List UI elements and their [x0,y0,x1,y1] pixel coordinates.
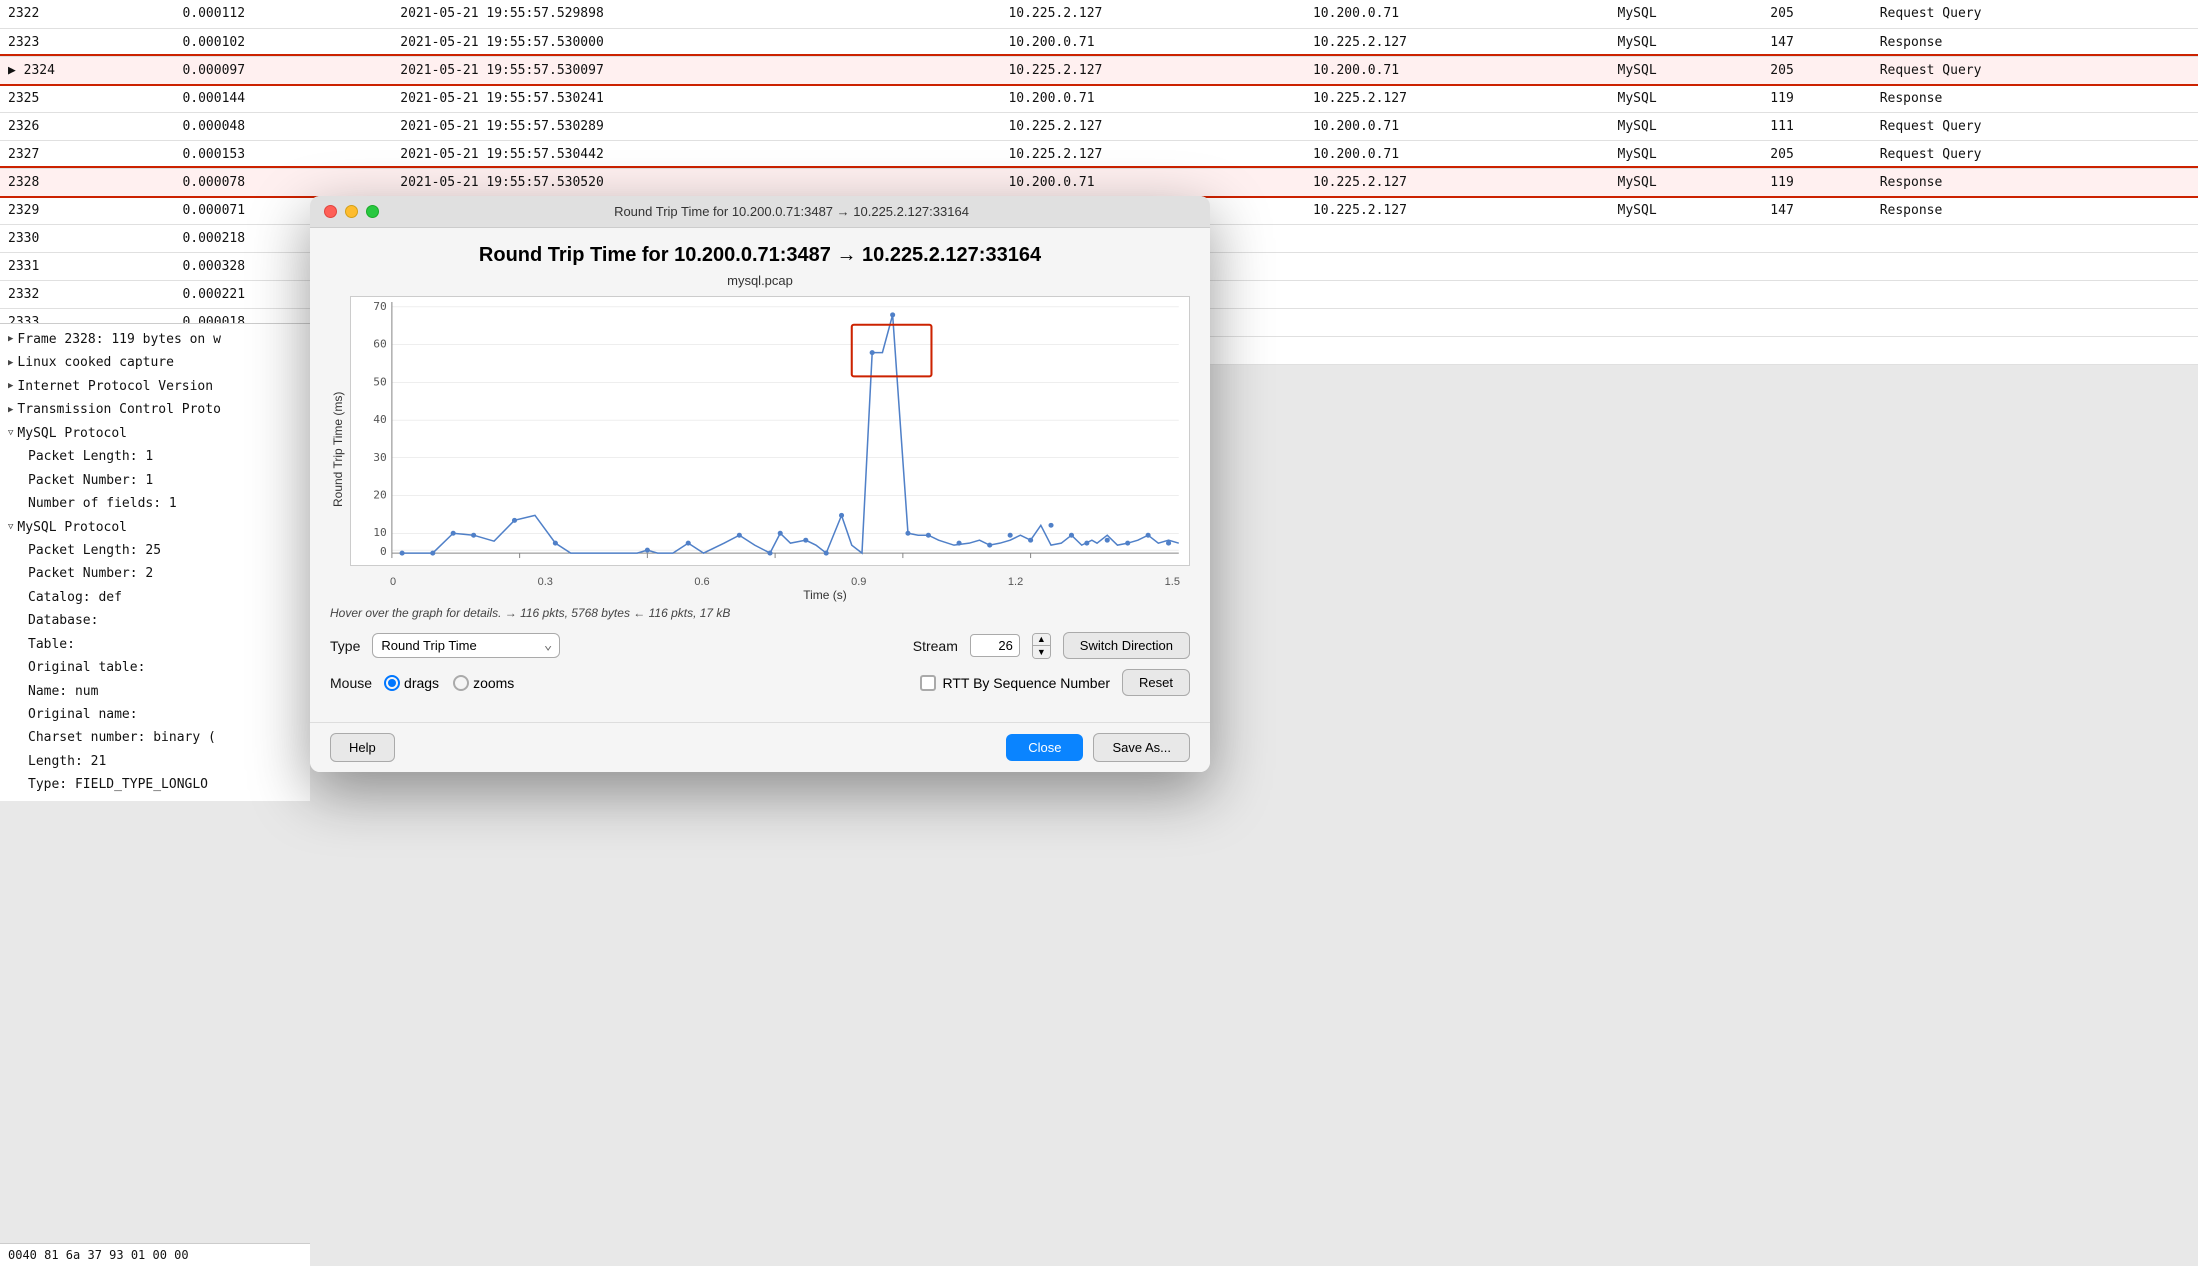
chart-subtitle: mysql.pcap [330,273,1190,288]
detail-item: Database: [0,609,310,632]
type-select[interactable]: Round Trip Time Throughput Time/Sequence… [372,633,560,658]
stream-down[interactable]: ▼ [1033,646,1050,658]
detail-item: Name: num [0,680,310,703]
mouse-radio-group: drags zooms [384,675,514,691]
detail-item: Length: 21 [0,750,310,773]
type-select-wrapper[interactable]: Round Trip Time Throughput Time/Sequence… [372,633,560,658]
radio-zooms-circle[interactable] [453,675,469,691]
detail-item: Packet Number: 1 [0,469,310,492]
table-row[interactable]: 23280.0000782021-05-21 19:55:57.53052010… [0,168,2198,196]
detail-item: Type: FIELD_TYPE_LONGLO [0,773,310,796]
table-row[interactable]: 23250.0001442021-05-21 19:55:57.53024110… [0,84,2198,112]
x-tick-06: 0.6 [694,576,709,588]
detail-item: Packet Length: 1 [0,445,310,468]
detail-item: Packet Number: 2 [0,562,310,585]
modal-title: Round Trip Time for 10.200.0.71:3487 → 1… [387,204,1196,219]
svg-text:20: 20 [373,489,387,502]
rtt-sequence-checkbox[interactable]: RTT By Sequence Number [920,675,1110,691]
detail-item: Packet Length: 25 [0,539,310,562]
detail-item: Original table: [0,656,310,679]
rtt-chart[interactable]: 70 60 50 40 30 20 10 0 [350,296,1190,566]
radio-drags[interactable]: drags [384,675,439,691]
chart-title: Round Trip Time for 10.200.0.71:3487 → 1… [330,244,1190,267]
detail-item: Number of fields: 1 [0,492,310,515]
radio-zooms-label: zooms [473,675,514,691]
detail-item: Original name: [0,703,310,726]
svg-text:50: 50 [373,375,387,388]
svg-text:10: 10 [373,526,387,539]
x-tick-09: 0.9 [851,576,866,588]
detail-item[interactable]: ▽MySQL Protocol [0,516,310,539]
stream-stepper[interactable]: ▲ ▼ [1032,633,1051,659]
mouse-label: Mouse [330,675,372,691]
rtt-sequence-box[interactable] [920,675,936,691]
stream-label: Stream [913,638,958,654]
radio-drags-label: drags [404,675,439,691]
stream-input[interactable] [970,634,1020,657]
radio-drags-circle[interactable] [384,675,400,691]
y-axis-label: Round Trip Time (ms) [331,314,345,584]
svg-text:0: 0 [380,545,387,558]
rtt-sequence-label: RTT By Sequence Number [942,675,1110,691]
stream-up[interactable]: ▲ [1033,634,1050,647]
detail-item[interactable]: ▶Transmission Control Proto [0,398,310,421]
x-tick-12: 1.2 [1008,576,1023,588]
table-row[interactable]: 23220.0001122021-05-21 19:55:57.52989810… [0,0,2198,28]
detail-item: Catalog: def [0,586,310,609]
detail-item: Charset number: binary ( [0,726,310,749]
detail-panel: ▶Frame 2328: 119 bytes on w▶Linux cooked… [0,323,310,801]
table-row[interactable]: 23270.0001532021-05-21 19:55:57.53044210… [0,140,2198,168]
radio-zooms[interactable]: zooms [453,675,514,691]
rtt-dialog: Round Trip Time for 10.200.0.71:3487 → 1… [310,196,1210,772]
reset-button[interactable]: Reset [1122,669,1190,696]
x-axis-label: Time (s) [420,588,1190,602]
table-row[interactable]: 23260.0000482021-05-21 19:55:57.53028910… [0,112,2198,140]
table-row[interactable]: 23230.0001022021-05-21 19:55:57.53000010… [0,28,2198,56]
table-row[interactable]: ▶ 23240.0000972021-05-21 19:55:57.530097… [0,56,2198,84]
detail-item[interactable]: ▶Linux cooked capture [0,351,310,374]
svg-text:40: 40 [373,413,387,426]
x-tick-0: 0 [390,576,396,588]
hover-info: Hover over the graph for details. → 116 … [330,606,1190,620]
x-tick-15: 1.5 [1165,576,1180,588]
controls-row-2: Mouse drags zooms RTT By Sequence Number… [330,669,1190,696]
modal-footer: Help Close Save As... [310,722,1210,772]
x-tick-03: 0.3 [538,576,553,588]
svg-text:60: 60 [373,338,387,351]
controls-row-1: Type Round Trip Time Throughput Time/Seq… [330,632,1190,659]
svg-text:30: 30 [373,451,387,464]
help-button[interactable]: Help [330,733,395,762]
modal-body: Round Trip Time for 10.200.0.71:3487 → 1… [310,228,1210,722]
close-modal-button[interactable]: Close [1006,734,1083,761]
detail-item[interactable]: ▶Internet Protocol Version [0,375,310,398]
maximize-traffic-light[interactable] [366,205,379,218]
detail-item[interactable]: ▽MySQL Protocol [0,422,310,445]
type-label: Type [330,638,360,654]
modal-titlebar: Round Trip Time for 10.200.0.71:3487 → 1… [310,196,1210,228]
detail-item: Table: [0,633,310,656]
detail-item[interactable]: ▶Frame 2328: 119 bytes on w [0,328,310,351]
switch-direction-button[interactable]: Switch Direction [1063,632,1190,659]
hex-content: 0040 81 6a 37 93 01 00 00 [8,1248,189,1262]
svg-text:70: 70 [373,300,387,313]
close-traffic-light[interactable] [324,205,337,218]
save-as-button[interactable]: Save As... [1093,733,1190,762]
minimize-traffic-light[interactable] [345,205,358,218]
hex-panel: 0040 81 6a 37 93 01 00 00 [0,1243,310,1266]
